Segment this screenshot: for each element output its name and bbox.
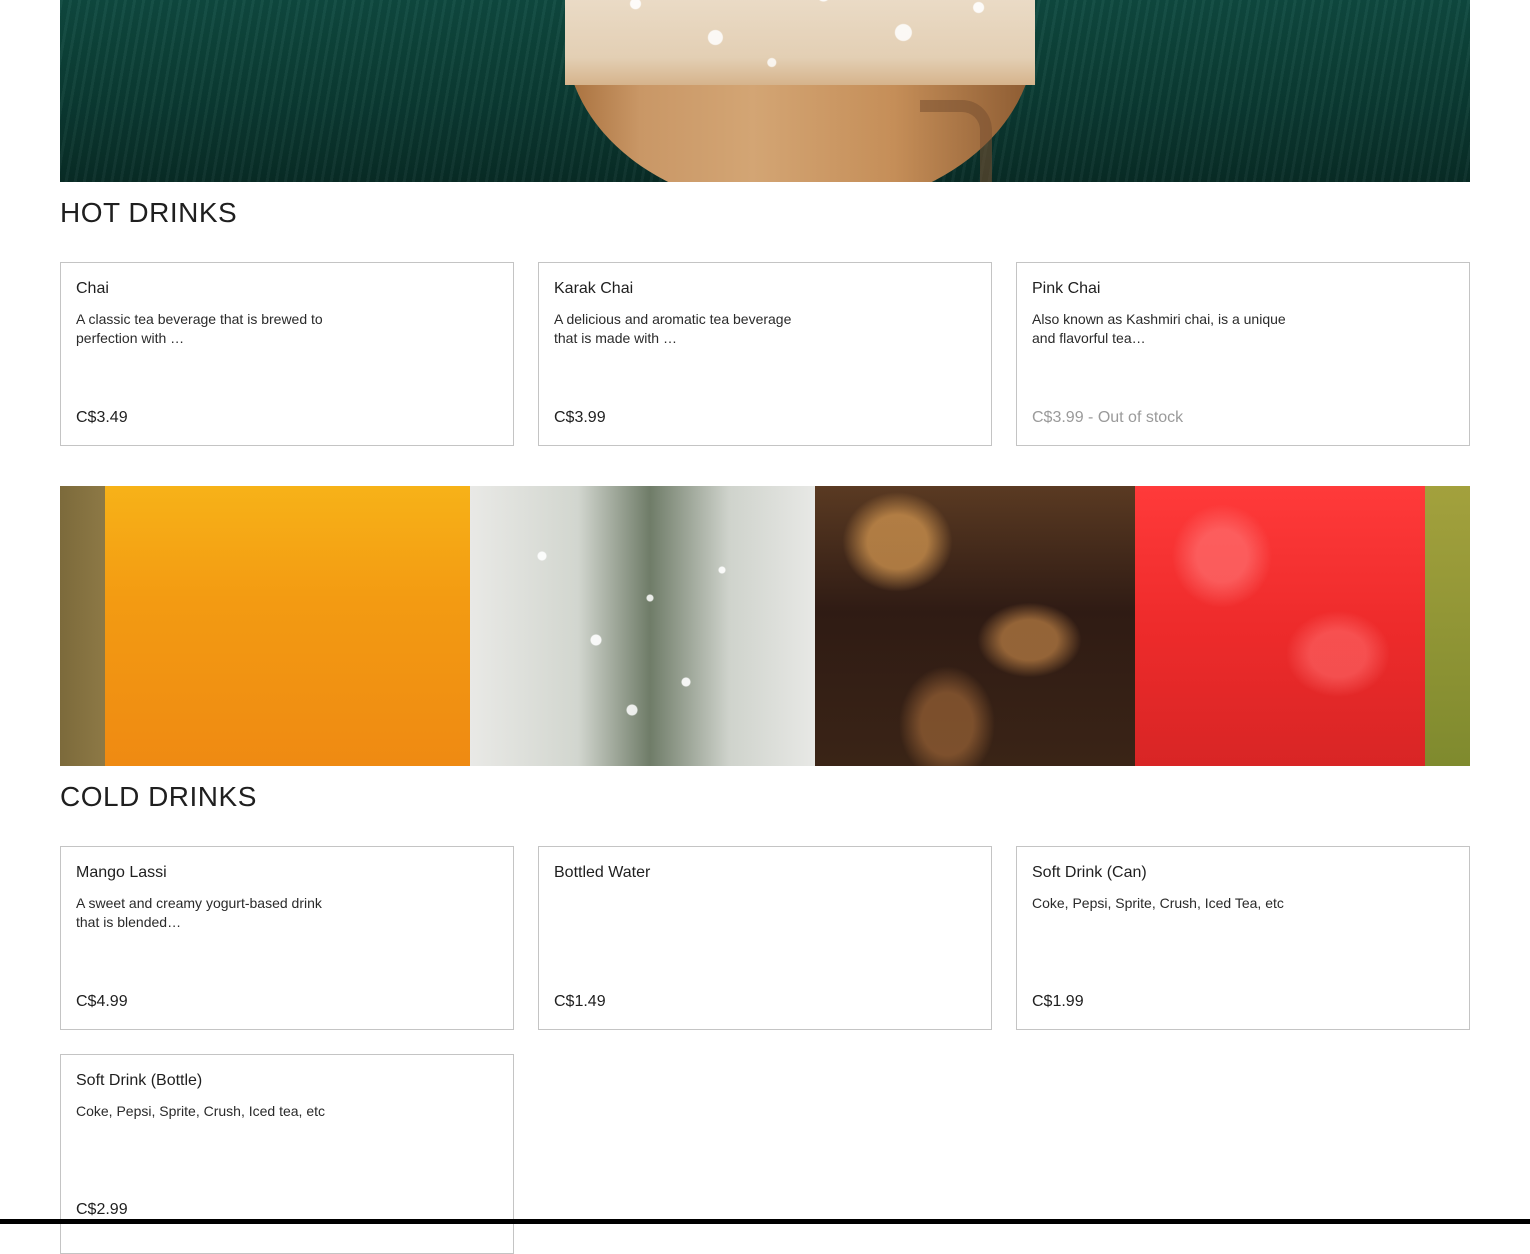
orange-drink-glass [105, 486, 490, 766]
menu-item-description: A delicious and aromatic tea beverage th… [554, 311, 792, 346]
menu-item-name: Karak Chai [554, 280, 634, 297]
menu-item-card-mango-lassi[interactable]: Mango Lassi A sweet and creamy yogurt-ba… [60, 846, 514, 1030]
menu-item-price: C$4.99 [76, 993, 128, 1010]
menu-item-price: C$1.99 [1032, 993, 1084, 1010]
menu-item-card-soft-drink-can[interactable]: Soft Drink (Can) Coke, Pepsi, Sprite, Cr… [1016, 846, 1470, 1030]
hot-drinks-heading: HOT DRINKS [60, 197, 238, 228]
edge-glass [1425, 486, 1470, 766]
menu-item-name: Pink Chai [1032, 280, 1101, 297]
menu-item-card-chai[interactable]: Chai A classic tea beverage that is brew… [60, 262, 514, 446]
menu-item-price: C$1.49 [554, 993, 606, 1010]
cold-drinks-grid: Mango Lassi A sweet and creamy yogurt-ba… [60, 846, 1470, 1254]
menu-page: HOT DRINKS Chai A classic tea beverage t… [60, 0, 1470, 1254]
red-drink-glass [1135, 486, 1425, 766]
hot-drinks-banner-image [60, 0, 1470, 182]
glass-handle [920, 100, 992, 182]
cold-drinks-heading: COLD DRINKS [60, 781, 257, 812]
menu-item-name: Soft Drink (Bottle) [76, 1072, 203, 1089]
menu-item-name: Bottled Water [554, 864, 651, 881]
cold-drinks-banner-image [60, 486, 1470, 766]
menu-item-name: Mango Lassi [76, 864, 167, 881]
menu-item-name: Soft Drink (Can) [1032, 864, 1147, 881]
menu-item-card-soft-drink-bottle[interactable]: Soft Drink (Bottle) Coke, Pepsi, Sprite,… [60, 1054, 514, 1254]
hot-drinks-grid: Chai A classic tea beverage that is brew… [60, 262, 1470, 446]
chai-foam [565, 0, 1035, 85]
bottom-edge-bar [0, 1219, 1530, 1224]
menu-item-card-karak-chai[interactable]: Karak Chai A delicious and aromatic tea … [538, 262, 992, 446]
menu-item-description: Coke, Pepsi, Sprite, Crush, Iced Tea, et… [1032, 895, 1284, 911]
sparkling-water-glass [470, 486, 830, 766]
menu-item-card-pink-chai[interactable]: Pink Chai Also known as Kashmiri chai, i… [1016, 262, 1470, 446]
menu-item-price: C$3.99 [554, 409, 606, 426]
menu-item-price: C$2.99 [76, 1201, 128, 1218]
menu-item-price: C$3.49 [76, 409, 128, 426]
cola-glass [815, 486, 1145, 766]
menu-item-description: Also known as Kashmiri chai, is a unique… [1032, 311, 1286, 346]
menu-item-description: A sweet and creamy yogurt-based drink th… [76, 895, 322, 930]
menu-item-name: Chai [76, 280, 109, 297]
menu-item-description: Coke, Pepsi, Sprite, Crush, Iced tea, et… [76, 1103, 326, 1119]
menu-item-price-out-of-stock: C$3.99 - Out of stock [1032, 409, 1184, 426]
menu-item-description: A classic tea beverage that is brewed to… [76, 311, 323, 346]
menu-item-card-bottled-water[interactable]: Bottled Water C$1.49 [538, 846, 992, 1030]
